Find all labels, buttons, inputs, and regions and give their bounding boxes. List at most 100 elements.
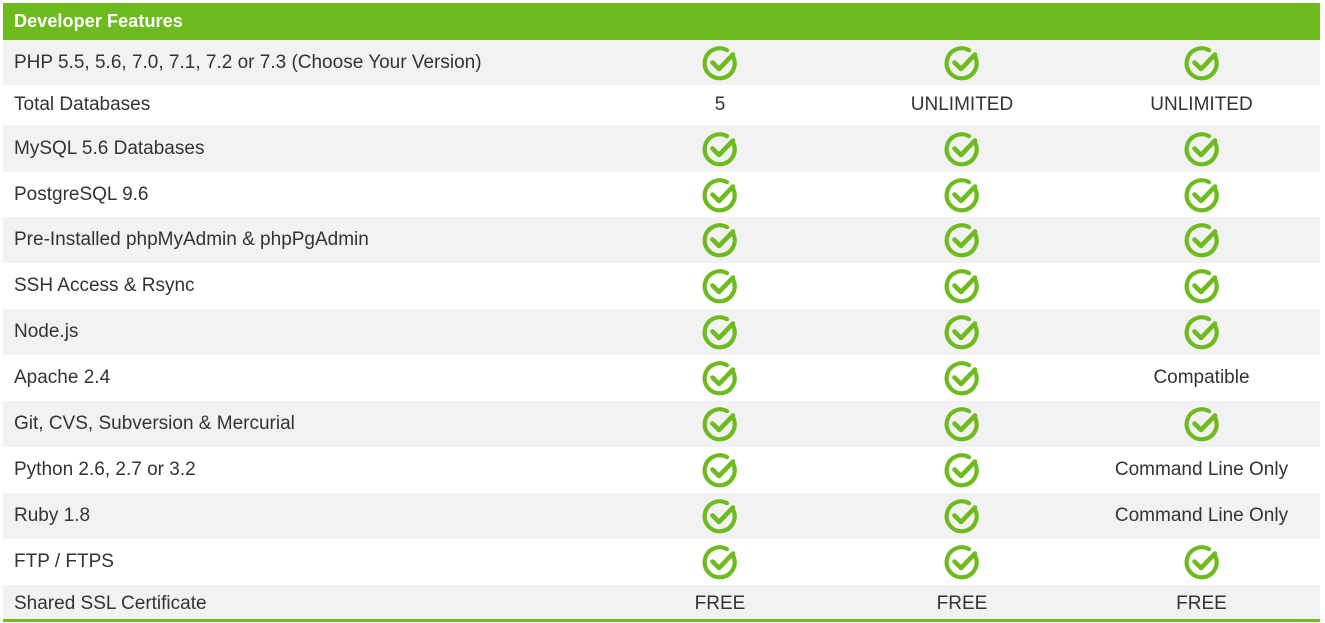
plan-3-cell — [1083, 175, 1320, 215]
feature-label: Total Databases — [14, 94, 151, 115]
check-circle-icon — [1182, 175, 1222, 215]
check-circle-icon — [1182, 266, 1222, 306]
table-row: Node.js — [3, 309, 1320, 355]
plan-2-cell — [841, 496, 1083, 536]
table-row: MySQL 5.6 Databases — [3, 125, 1320, 172]
plan-3-cell — [1083, 220, 1320, 260]
feature-comparison-table: Developer Features PHP 5.5, 5.6, 7.0, 7.… — [0, 0, 1325, 623]
plan-3-cell — [1083, 542, 1320, 582]
check-circle-icon — [700, 312, 740, 352]
plan-1-cell — [599, 175, 841, 215]
table-row: SSH Access & Rsync — [3, 263, 1320, 309]
check-circle-icon — [700, 266, 740, 306]
feature-label: SSH Access & Rsync — [14, 275, 195, 296]
plan-1-cell — [599, 496, 841, 536]
plan-1-cell — [599, 266, 841, 306]
plan-1-value: FREE — [694, 592, 746, 614]
feature-label: Pre-Installed phpMyAdmin & phpPgAdmin — [14, 229, 369, 250]
table-row: Git, CVS, Subversion & Mercurial — [3, 401, 1320, 447]
check-circle-icon — [1182, 542, 1222, 582]
check-circle-icon — [700, 358, 740, 398]
plan-1-cell — [599, 43, 841, 83]
plan-3-value: Command Line Only — [1114, 459, 1289, 480]
plan-1-cell — [599, 129, 841, 169]
plan-3-value: Compatible — [1153, 367, 1250, 388]
check-circle-icon — [942, 129, 982, 169]
table-row: PostgreSQL 9.6 — [3, 172, 1320, 217]
table-row: PHP 5.5, 5.6, 7.0, 7.1, 7.2 or 7.3 (Choo… — [3, 40, 1320, 85]
check-circle-icon — [700, 43, 740, 83]
plan-3-value: Command Line Only — [1114, 505, 1289, 526]
plan-3-cell — [1083, 266, 1320, 306]
feature-label: FTP / FTPS — [14, 551, 114, 572]
plan-1-value: 5 — [714, 94, 726, 115]
plan-1-cell — [599, 450, 841, 490]
plan-2-cell — [841, 266, 1083, 306]
feature-label: PHP 5.5, 5.6, 7.0, 7.1, 7.2 or 7.3 (Choo… — [14, 51, 482, 73]
plan-2-cell — [841, 450, 1083, 490]
check-circle-icon — [942, 358, 982, 398]
check-circle-icon — [1182, 404, 1222, 444]
check-circle-icon — [1182, 312, 1222, 352]
check-circle-icon — [700, 450, 740, 490]
check-circle-icon — [942, 220, 982, 260]
plan-1-cell — [599, 542, 841, 582]
check-circle-icon — [700, 542, 740, 582]
table-row: FTP / FTPS — [3, 539, 1320, 585]
check-circle-icon — [700, 220, 740, 260]
feature-label: Python 2.6, 2.7 or 3.2 — [14, 459, 196, 480]
check-circle-icon — [942, 266, 982, 306]
feature-label: Git, CVS, Subversion & Mercurial — [14, 413, 295, 434]
table-row: Total Databases 5 UNLIMITED UNLIMITED — [3, 85, 1320, 125]
feature-rows: PHP 5.5, 5.6, 7.0, 7.1, 7.2 or 7.3 (Choo… — [3, 40, 1320, 622]
section-header: Developer Features — [3, 3, 1320, 40]
plan-2-cell — [841, 358, 1083, 398]
check-circle-icon — [1182, 220, 1222, 260]
table-row: Apache 2.4 Compatible — [3, 355, 1320, 401]
check-circle-icon — [1182, 129, 1222, 169]
check-circle-icon — [942, 542, 982, 582]
plan-3-value: UNLIMITED — [1150, 94, 1253, 115]
check-circle-icon — [1182, 43, 1222, 83]
section-title: Developer Features — [14, 11, 183, 31]
check-circle-icon — [700, 175, 740, 215]
plan-2-cell — [841, 220, 1083, 260]
table-bottom-border — [3, 619, 1320, 622]
plan-3-cell — [1083, 404, 1320, 444]
plan-1-cell — [599, 312, 841, 352]
feature-label: Shared SSL Certificate — [14, 592, 207, 614]
check-circle-icon — [942, 175, 982, 215]
plan-3-value: FREE — [1176, 592, 1227, 614]
plan-3-cell — [1083, 312, 1320, 352]
plan-2-value: UNLIMITED — [910, 94, 1014, 115]
check-circle-icon — [942, 450, 982, 490]
check-circle-icon — [942, 312, 982, 352]
plan-2-cell — [841, 175, 1083, 215]
table-row: Ruby 1.8 Command Line Only — [3, 493, 1320, 539]
check-circle-icon — [700, 404, 740, 444]
plan-1-cell — [599, 404, 841, 444]
feature-label: MySQL 5.6 Databases — [14, 137, 205, 159]
table-row: Python 2.6, 2.7 or 3.2 Command Line Only — [3, 447, 1320, 493]
plan-1-cell — [599, 220, 841, 260]
plan-2-cell — [841, 129, 1083, 169]
plan-2-cell — [841, 404, 1083, 444]
table-row: Shared SSL Certificate FREE FREE FREE — [3, 585, 1320, 622]
feature-label: Apache 2.4 — [14, 367, 111, 388]
feature-label: PostgreSQL 9.6 — [14, 183, 149, 205]
feature-label: Ruby 1.8 — [14, 505, 91, 526]
table-row: Pre-Installed phpMyAdmin & phpPgAdmin — [3, 217, 1320, 263]
check-circle-icon — [700, 129, 740, 169]
check-circle-icon — [942, 404, 982, 444]
plan-2-cell — [841, 542, 1083, 582]
plan-2-cell — [841, 312, 1083, 352]
check-circle-icon — [700, 496, 740, 536]
check-circle-icon — [942, 496, 982, 536]
plan-1-cell — [599, 358, 841, 398]
feature-label: Node.js — [14, 321, 79, 342]
plan-2-cell — [841, 43, 1083, 83]
plan-3-cell — [1083, 43, 1320, 83]
plan-3-cell — [1083, 129, 1320, 169]
plan-2-value: FREE — [936, 592, 988, 614]
check-circle-icon — [942, 43, 982, 83]
